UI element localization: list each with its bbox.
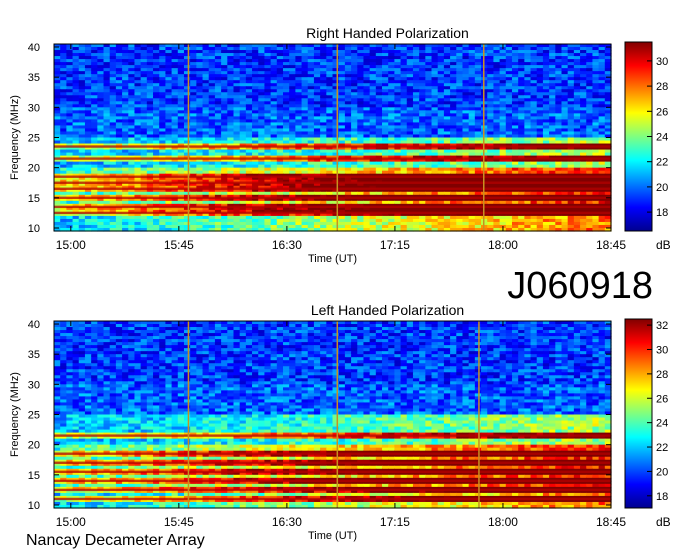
spectrogram-figure: Right Handed Polarization10152025303540F… — [9, 25, 671, 549]
heatmap-cells — [54, 44, 612, 232]
right-polarization-panel: Right Handed Polarization10152025303540F… — [9, 25, 671, 265]
